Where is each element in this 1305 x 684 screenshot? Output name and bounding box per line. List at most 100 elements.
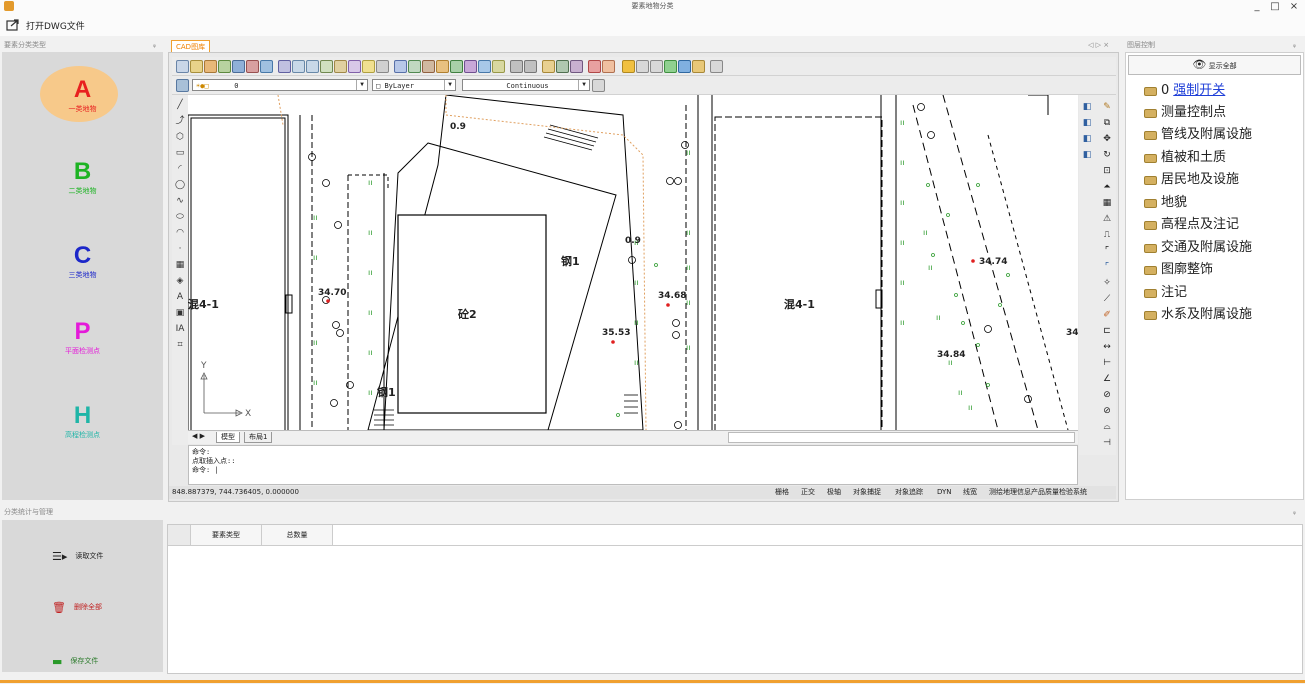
status-dyn[interactable]: DYN	[937, 486, 952, 499]
cad-tab-controls[interactable]: ◁ ▷ ×	[1088, 41, 1109, 49]
lineweight-icon[interactable]	[592, 79, 605, 92]
erase-icon[interactable]: ◧	[1081, 101, 1093, 113]
fillet-icon[interactable]: ⌜	[1101, 261, 1113, 273]
ellipse-tool-icon[interactable]: ⬭	[174, 211, 186, 223]
column-header-total[interactable]: 总数量	[262, 525, 333, 545]
layer-item[interactable]: 高程点及注记	[1144, 214, 1239, 236]
right-panel-pin-icon[interactable]: ᵩ	[1293, 39, 1296, 51]
brush-icon[interactable]: ✎	[1101, 101, 1113, 113]
mirror-icon[interactable]: ◧	[1081, 133, 1093, 145]
dim-box-icon[interactable]: ⊏	[1101, 325, 1113, 337]
layer-item-force-switch[interactable]: 0 强制开关	[1144, 80, 1225, 102]
properties-icon[interactable]	[464, 60, 477, 73]
image-icon[interactable]	[602, 60, 615, 73]
redo-icon[interactable]	[524, 60, 537, 73]
check-icon[interactable]	[664, 60, 677, 73]
dim-edit-icon[interactable]: ✐	[1101, 309, 1113, 321]
status-polar[interactable]: 极轴	[827, 486, 841, 499]
edit-icon[interactable]	[692, 60, 705, 73]
rotate-icon[interactable]: ↻	[1101, 149, 1113, 161]
command-prompt[interactable]: 命令: |	[192, 466, 1074, 475]
status-otrack[interactable]: 对象追踪	[895, 486, 923, 499]
chamfer-icon[interactable]: ⌜	[1101, 245, 1113, 257]
delete-all-button[interactable]: 🗑 删除全部	[52, 600, 102, 614]
hatch-icon[interactable]	[622, 60, 635, 73]
trim-icon[interactable]: ▦	[1101, 197, 1113, 209]
close-button[interactable]: ×	[1287, 0, 1301, 13]
search-icon[interactable]	[710, 60, 723, 73]
zoom-window-icon[interactable]	[278, 60, 291, 73]
status-system-name[interactable]: 测绘地理信息产品质量检验系统	[989, 486, 1087, 499]
layer-manager-icon[interactable]	[176, 79, 189, 92]
undo-icon[interactable]	[510, 60, 523, 73]
zoom-previous-icon[interactable]	[334, 60, 347, 73]
horizontal-scrollbar[interactable]	[728, 432, 1075, 443]
show-all-button[interactable]: 👁 显示全部	[1128, 55, 1301, 75]
break-icon[interactable]: ⎍	[1101, 229, 1113, 241]
plot-preview-icon[interactable]	[260, 60, 273, 73]
polyline-tool-icon[interactable]: ⤴	[174, 115, 186, 127]
move-tool-icon[interactable]: ✥	[1101, 133, 1113, 145]
text-tool-icon[interactable]: A	[174, 291, 186, 303]
block-icon[interactable]	[542, 60, 555, 73]
open-dwg-button[interactable]: 打开DWG文件	[6, 17, 85, 33]
realtime-zoom-icon[interactable]	[394, 60, 407, 73]
linetype-combo[interactable]: Continuous ▼	[462, 79, 590, 91]
zoom-out-icon[interactable]	[306, 60, 319, 73]
layer-item[interactable]: 地貌	[1144, 192, 1187, 214]
polygon-tool-icon[interactable]: ⬡	[174, 131, 186, 143]
zoom-all-icon[interactable]	[348, 60, 361, 73]
minimize-button[interactable]: _	[1250, 0, 1264, 13]
circle-tool-icon[interactable]: ◯	[174, 179, 186, 191]
command-line[interactable]: 命令: 点取插入点:: 命令: |	[188, 445, 1078, 485]
dim-arc-icon[interactable]: ⌓	[1101, 421, 1113, 433]
bottom-panel-pin-icon[interactable]: ᵩ	[1293, 506, 1296, 518]
status-lineweight[interactable]: 线宽	[963, 486, 977, 499]
stretch-icon[interactable]: ⏶	[1101, 181, 1113, 193]
measure-icon[interactable]	[492, 60, 505, 73]
copy-object-icon[interactable]: ◧	[1081, 117, 1093, 129]
dimension-icon[interactable]: ⟋	[1101, 293, 1113, 305]
zoom-in-icon[interactable]	[292, 60, 305, 73]
save-file-button[interactable]: ▬ 保存文件	[52, 654, 98, 668]
layer-combo[interactable]: ☀●□ 0 ▼	[192, 79, 368, 91]
read-file-button[interactable]: ☰▸ 读取文件	[52, 549, 103, 563]
arc-tool-icon[interactable]: ◜	[174, 163, 186, 175]
category-b-button[interactable]: B 二类地物	[2, 158, 163, 196]
status-ortho[interactable]: 正交	[801, 486, 815, 499]
dim-angular-icon[interactable]: ∠	[1101, 373, 1113, 385]
layer-item[interactable]: 管线及附属设施	[1144, 124, 1252, 146]
layer-item[interactable]: 图廓整饰	[1144, 259, 1213, 281]
insert-block-tool-icon[interactable]: ▣	[174, 307, 186, 319]
left-panel-pin-icon[interactable]: ᵩ	[153, 39, 156, 51]
table-tool-icon[interactable]: ⌗	[174, 339, 186, 351]
tab-layout1[interactable]: 布局1	[244, 432, 273, 443]
paste-icon[interactable]	[650, 60, 663, 73]
light-icon[interactable]	[362, 60, 375, 73]
open-icon[interactable]	[190, 60, 203, 73]
category-p-button[interactable]: P 平面检测点	[2, 318, 163, 356]
sheet-icon[interactable]	[218, 60, 231, 73]
help-icon[interactable]	[678, 60, 691, 73]
move-icon[interactable]	[422, 60, 435, 73]
layer-item[interactable]: 居民地及设施	[1144, 169, 1239, 191]
layer-item[interactable]: 测量控制点	[1144, 102, 1226, 124]
array-icon[interactable]: ⧉	[1101, 117, 1113, 129]
category-c-button[interactable]: C 三类地物	[2, 242, 163, 280]
scale-icon[interactable]: ⊡	[1101, 165, 1113, 177]
zoom-extents-icon[interactable]	[320, 60, 333, 73]
xref-icon[interactable]	[570, 60, 583, 73]
pan-icon[interactable]	[376, 60, 389, 73]
category-a-button[interactable]: A 一类地物	[2, 76, 163, 114]
offset-icon[interactable]: ◧	[1081, 149, 1093, 161]
new-icon[interactable]	[176, 60, 189, 73]
column-header-feature-type[interactable]: 要素类型	[191, 525, 262, 545]
save-icon[interactable]	[232, 60, 245, 73]
dim-diameter-icon[interactable]: ⊘	[1101, 405, 1113, 417]
layer-item[interactable]: 植被和土质	[1144, 147, 1226, 169]
region-tool-icon[interactable]: ◈	[174, 275, 186, 287]
category-h-button[interactable]: H 高程检测点	[2, 402, 163, 440]
dim-radius-icon[interactable]: ⊘	[1101, 389, 1113, 401]
mtext-tool-icon[interactable]: IA	[174, 323, 186, 335]
tab-nav-arrows[interactable]: ◀ ▶	[192, 432, 205, 440]
